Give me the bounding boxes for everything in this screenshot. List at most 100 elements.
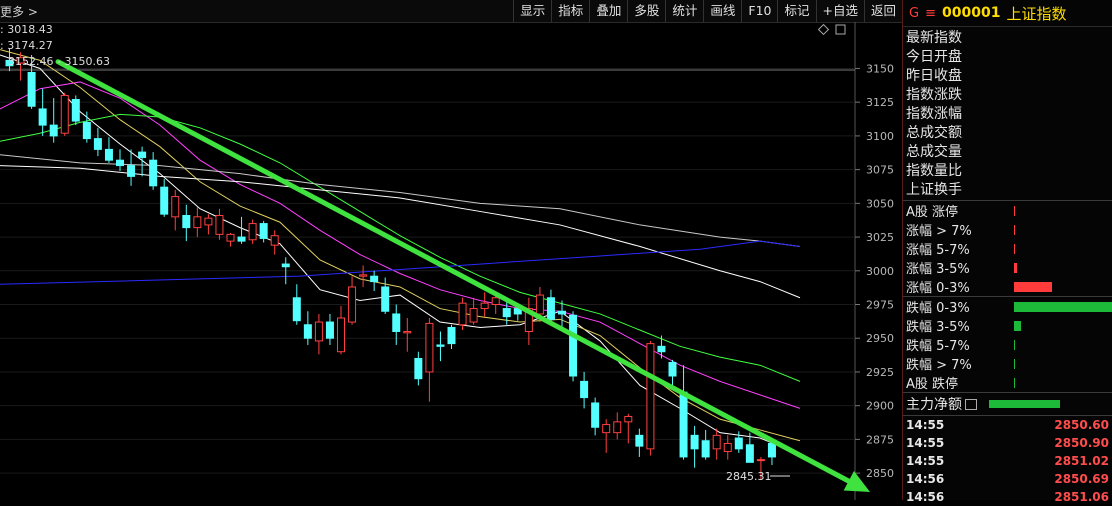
tick-row: 14:55 2850.90 [903, 434, 1112, 452]
toolbar-button[interactable]: 多股 [627, 0, 665, 22]
candle-body [160, 186, 169, 215]
dist-label: 跌幅 3-5% [906, 320, 970, 335]
dist-label: 跌幅 5-7% [906, 339, 970, 354]
dist-row: 跌幅 3-5% [903, 316, 1112, 335]
dist-label: A股 跌停 [906, 377, 959, 392]
candle-body [425, 322, 434, 373]
dist-label: 涨幅 0-3% [906, 281, 970, 296]
quote-field-label: 指数涨幅 [906, 106, 962, 122]
diamond-icon[interactable] [817, 23, 830, 36]
toolbar-button[interactable]: 叠加 [589, 0, 627, 22]
info-line-2: : 3174.27 [0, 39, 53, 52]
more-menu[interactable]: 更多 > [0, 3, 38, 20]
candle-body [71, 98, 80, 122]
candle-body [734, 437, 743, 450]
tick-time: 14:56 [906, 472, 945, 486]
info-line-1: : 3018.43 [0, 23, 53, 36]
candle-body [259, 223, 268, 239]
y-tick-label: 3075 [866, 164, 894, 177]
dist-bar [1014, 281, 1052, 292]
code-marker: G [909, 5, 920, 21]
tick-row: 14:55 2850.60 [903, 416, 1112, 434]
ma-line [0, 165, 801, 299]
main-net-flow: 主力净额 [903, 392, 1112, 415]
toolbar-button[interactable]: 标记 [777, 0, 815, 22]
list-icon[interactable] [965, 398, 977, 410]
candle-body [602, 424, 611, 434]
candle-body [182, 214, 191, 229]
tick-time: 14:55 [906, 436, 945, 450]
toolbar-button[interactable]: 统计 [665, 0, 703, 22]
quote-field-label: 上证换手 [906, 182, 962, 198]
candle-body [469, 308, 478, 323]
candle-body [701, 440, 710, 458]
candle-body [138, 151, 147, 158]
dist-bar [1014, 262, 1017, 273]
quote-field-label: 总成交额 [906, 125, 962, 141]
candle-body [359, 274, 368, 277]
dist-label: 跌幅 0-3% [906, 301, 970, 316]
candle-body [303, 324, 312, 339]
candle-body [204, 217, 213, 226]
toolbar-button[interactable]: 返回 [863, 0, 902, 22]
candle-body [580, 380, 589, 399]
candle-body [270, 235, 279, 246]
y-tick-label: 2900 [866, 400, 894, 413]
candle-body [756, 459, 765, 462]
tick-price: 2851.06 [1054, 490, 1109, 504]
candlestick-chart[interactable]: 3150 3125 3100 3075 3050 3025 3000 2975 2950 2925… [0, 22, 902, 500]
candle-body [458, 302, 467, 326]
candle-body [27, 72, 36, 107]
y-tick-label: 3025 [866, 231, 894, 244]
y-tick-label: 2850 [866, 467, 894, 480]
dist-row: 跌幅 0-3% [903, 296, 1112, 316]
dist-row: 涨幅 0-3% [903, 277, 1112, 296]
candle-body [392, 313, 401, 332]
dist-bar [1014, 205, 1015, 216]
candle-body [502, 308, 511, 318]
candle-body [657, 345, 666, 353]
y-tick-label: 3050 [866, 197, 894, 210]
main-net-label: 主力净额 [906, 397, 962, 413]
candle-body [193, 216, 202, 229]
menu-icon[interactable]: ≡ [925, 6, 936, 21]
trend-arrow-line [55, 59, 859, 488]
dist-label: 跌幅 > 7% [906, 358, 972, 373]
toolbar-button[interactable]: F10 [741, 0, 777, 22]
candle-body [745, 444, 754, 463]
candle-body [116, 159, 124, 167]
tick-row: 14:56 2850.69 [903, 470, 1112, 488]
toolbar-button[interactable]: +自选 [815, 0, 864, 22]
candle-body [480, 302, 489, 310]
candle-body [679, 391, 688, 458]
y-tick-label: 2950 [866, 332, 894, 345]
dist-bar [1014, 339, 1015, 350]
dist-label: 涨幅 3-5% [906, 262, 970, 277]
candle-body [403, 330, 412, 334]
tick-list[interactable]: 14:55 2850.60 14:55 2850.90 14:55 2851.02 14:5… [903, 415, 1112, 506]
tick-price: 2850.90 [1054, 436, 1109, 450]
candle-body [237, 236, 246, 242]
chart-info: : 3018.43 : 3174.27 3152.46 - 3150.63 [0, 22, 110, 70]
candle-body [281, 263, 290, 268]
tick-row: 14:56 2851.06 [903, 488, 1112, 506]
toolbar-button[interactable]: 显示 [513, 0, 551, 22]
dist-bar [1014, 224, 1015, 235]
candle-body [370, 275, 379, 283]
quote-field-label: 昨日收盘 [906, 68, 962, 84]
candle-body [767, 442, 776, 458]
toolbar-button[interactable]: 指标 [551, 0, 589, 22]
candle-body [149, 159, 158, 187]
stock-code: 000001 [941, 5, 1001, 21]
toolbar-button[interactable]: 画线 [703, 0, 741, 22]
candle-body [569, 314, 578, 377]
quote-field-label: 最新指数 [906, 30, 962, 46]
candle-body [60, 94, 69, 134]
candle-body [624, 415, 633, 423]
window-icon[interactable] [835, 24, 846, 35]
candle-body [38, 108, 47, 126]
candle-body [171, 196, 180, 218]
dist-row: 跌幅 5-7% [903, 335, 1112, 354]
candle-body [558, 310, 566, 315]
candle-body [49, 124, 58, 137]
